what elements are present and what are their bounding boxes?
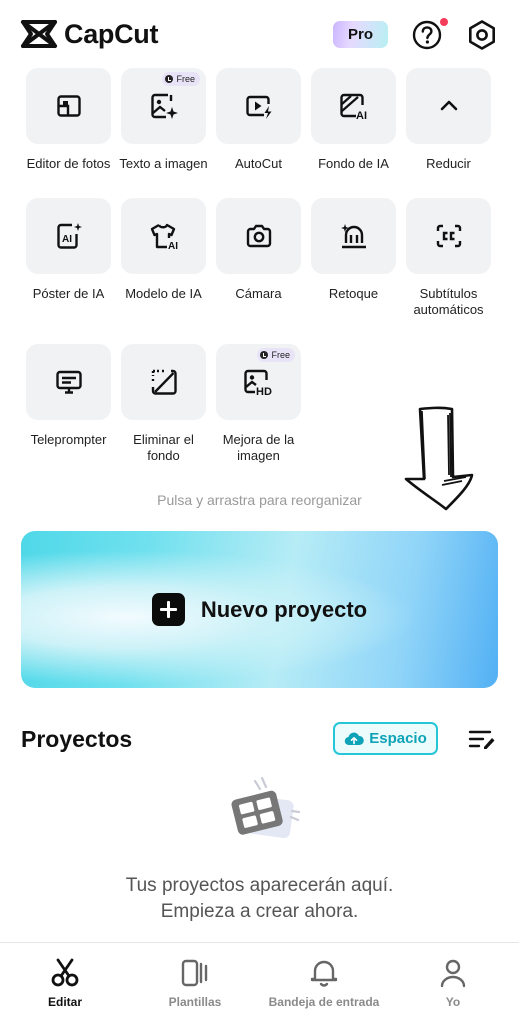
clock-icon — [260, 351, 269, 359]
tool-tile[interactable] — [216, 198, 301, 274]
new-project-button[interactable]: Nuevo proyecto — [21, 531, 498, 688]
annotation-arrow-icon — [404, 406, 474, 511]
svg-text:AI: AI — [62, 234, 72, 245]
tool-autocut[interactable]: AutoCut — [211, 68, 306, 172]
tool-label: Modelo de IA — [125, 286, 202, 301]
tool-image-enhance[interactable]: Free HD Mejora de la imagen — [211, 344, 306, 464]
free-badge-label: Free — [271, 350, 290, 360]
tool-tile[interactable] — [216, 68, 301, 144]
nav-label: Editar — [47, 995, 82, 1009]
nav-label: Yo — [445, 995, 461, 1009]
tool-label: Texto a imagen — [119, 156, 208, 171]
free-badge: Free — [257, 348, 295, 362]
bell-icon — [310, 960, 338, 987]
text-to-image-icon — [150, 93, 178, 119]
templates-icon — [181, 959, 208, 987]
tool-tile[interactable] — [406, 198, 491, 274]
capcut-logo: CapCut — [20, 18, 159, 50]
tool-tile[interactable] — [26, 344, 111, 420]
tool-label: Cámara — [235, 286, 282, 301]
remove-background-icon — [151, 369, 177, 395]
tool-tile[interactable] — [26, 68, 111, 144]
empty-state-text: Tus proyectos aparecerán aquí. Empieza a… — [0, 873, 519, 925]
photo-editor-icon — [56, 95, 81, 117]
film-reel-illustration-icon — [231, 776, 301, 839]
svg-text:AI: AI — [356, 110, 367, 121]
teleprompter-icon — [55, 370, 82, 394]
chevron-up-icon — [440, 100, 457, 111]
tool-label: Retoque — [328, 286, 379, 301]
notification-dot — [440, 18, 448, 26]
tool-photo-editor[interactable]: Editor de fotos — [21, 68, 116, 172]
tool-tile[interactable]: AI — [121, 198, 206, 274]
tool-camera[interactable]: Cámara — [211, 198, 306, 302]
tool-remove-background[interactable]: Eliminar el fondo — [116, 344, 211, 464]
tool-label: Subtítulos automáticos — [413, 286, 484, 317]
help-icon[interactable] — [411, 19, 443, 51]
tool-tile[interactable] — [121, 344, 206, 420]
cloud-upload-icon — [344, 732, 364, 745]
tool-ai-poster[interactable]: AI Póster de IA — [21, 198, 116, 302]
bottom-navigation: Editar Plantillas Bandeja de entrada Yo — [0, 942, 519, 1024]
new-project-label: Nuevo proyecto — [200, 596, 368, 622]
space-button[interactable]: Espacio — [333, 722, 438, 755]
clock-icon — [165, 75, 174, 83]
app-name: CapCut — [64, 18, 159, 49]
tool-tile[interactable]: AI — [311, 68, 396, 144]
free-badge: Free — [162, 72, 200, 86]
capcut-logo-icon — [21, 20, 57, 48]
nav-profile[interactable]: Yo — [393, 943, 513, 1009]
tool-ai-background[interactable]: AI Fondo de IA — [306, 68, 401, 172]
tool-label: Eliminar el fondo — [133, 432, 194, 463]
camera-icon — [246, 224, 271, 248]
ai-poster-icon: AI — [56, 223, 82, 249]
tool-label: AutoCut — [235, 156, 282, 171]
empty-state-line1: Tus proyectos aparecerán aquí. — [125, 875, 394, 896]
tool-retouch[interactable]: Retoque — [306, 198, 401, 302]
nav-inbox[interactable]: Bandeja de entrada — [264, 943, 384, 1009]
tool-text-to-image[interactable]: Free Texto a imagen — [116, 68, 211, 172]
tool-teleprompter[interactable]: Teleprompter — [21, 344, 116, 448]
auto-captions-icon — [436, 224, 461, 248]
nav-label: Plantillas — [168, 995, 222, 1009]
nav-label: Bandeja de entrada — [268, 995, 380, 1009]
svg-text:HD: HD — [256, 386, 272, 397]
tool-label: Mejora de la imagen — [222, 432, 295, 463]
tool-label: Póster de IA — [32, 286, 105, 301]
image-enhance-icon: HD — [243, 369, 272, 397]
tool-tile[interactable] — [406, 68, 491, 144]
retouch-icon — [340, 224, 366, 249]
autocut-icon — [245, 95, 271, 119]
nav-edit[interactable]: Editar — [5, 943, 125, 1009]
tool-tile[interactable] — [311, 198, 396, 274]
tool-label: Reducir — [426, 156, 471, 171]
ai-background-icon: AI — [339, 93, 367, 121]
tool-label: Teleprompter — [30, 432, 107, 447]
tool-label: Editor de fotos — [26, 156, 111, 171]
tool-auto-captions[interactable]: Subtítulos automáticos — [401, 198, 496, 318]
plus-icon — [151, 593, 185, 626]
pro-button[interactable]: Pro — [333, 21, 388, 48]
ai-model-icon: AI — [150, 223, 178, 251]
free-badge-label: Free — [176, 74, 195, 84]
projects-title: Proyectos — [21, 726, 133, 752]
empty-state-line2: Empieza a crear ahora. — [160, 901, 359, 922]
profile-icon — [440, 959, 466, 988]
top-bar: CapCut Pro — [0, 0, 519, 68]
scissors-icon — [51, 958, 79, 987]
tool-tile[interactable]: Free — [121, 68, 206, 144]
settings-icon[interactable] — [465, 18, 499, 52]
tool-collapse[interactable]: Reducir — [401, 68, 496, 172]
tool-tile[interactable]: Free HD — [216, 344, 301, 420]
tool-tile[interactable]: AI — [26, 198, 111, 274]
nav-templates[interactable]: Plantillas — [135, 943, 255, 1009]
svg-text:AI: AI — [168, 241, 178, 251]
tool-label: Fondo de IA — [318, 156, 389, 171]
tool-ai-model[interactable]: AI Modelo de IA — [116, 198, 211, 302]
space-button-label: Espacio — [369, 730, 427, 747]
sort-edit-icon[interactable] — [468, 727, 496, 751]
